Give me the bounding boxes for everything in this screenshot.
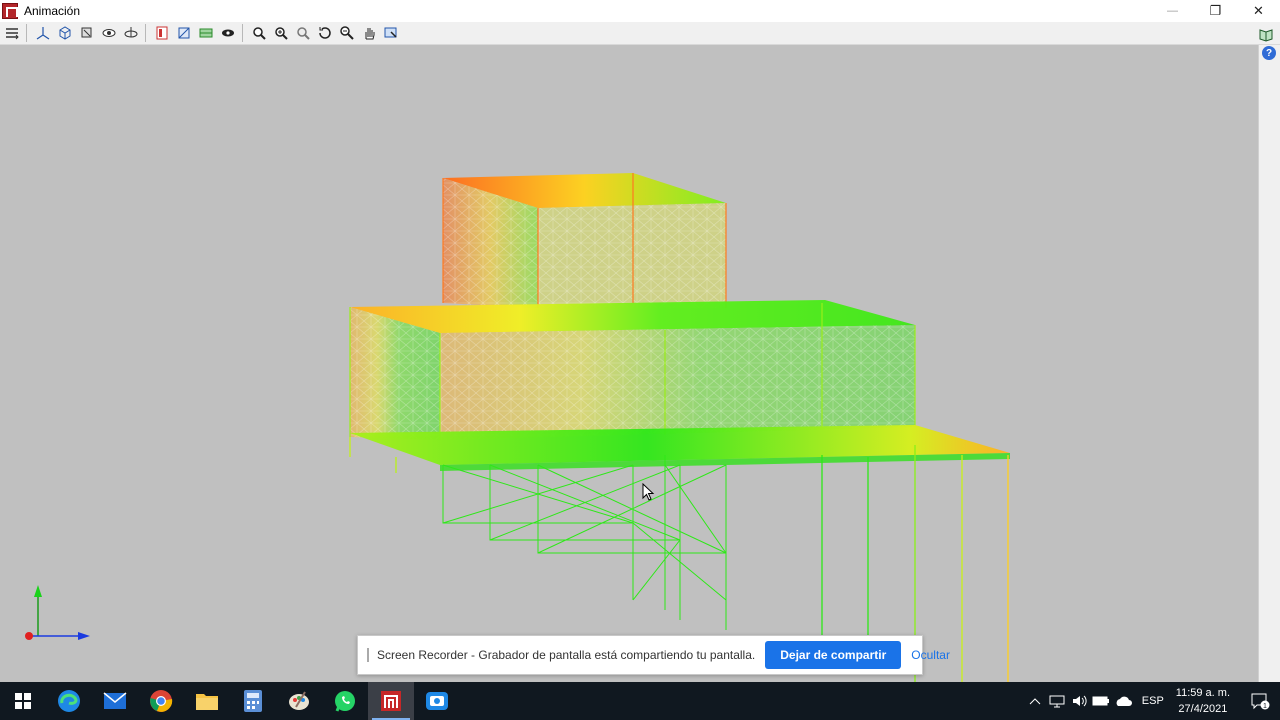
restore-button[interactable]: ❐ — [1194, 0, 1237, 22]
side-panel — [1258, 45, 1280, 682]
help-icon[interactable]: ? — [1262, 46, 1276, 60]
view-3d-icon[interactable] — [76, 23, 97, 44]
zoom-previous-icon[interactable] — [292, 23, 313, 44]
minimize-button[interactable]: — — [1151, 0, 1194, 22]
calculator-icon — [244, 690, 262, 712]
layers-icon[interactable] — [1, 23, 22, 44]
sharing-message: Screen Recorder - Grabador de pantalla e… — [377, 648, 756, 662]
eye-rotate-icon[interactable] — [98, 23, 119, 44]
upper-block — [442, 173, 727, 308]
taskbar-screen-recorder[interactable] — [414, 682, 460, 720]
grid-view-icon[interactable] — [195, 23, 216, 44]
language-indicator[interactable]: ESP — [1142, 695, 1164, 707]
lower-bracing — [442, 455, 727, 630]
taskbar-mail[interactable] — [92, 682, 138, 720]
taskbar-calculator[interactable] — [230, 682, 276, 720]
toolbar-separator — [26, 24, 27, 42]
battery-icon[interactable] — [1090, 682, 1112, 720]
color-map-icon[interactable] — [151, 23, 172, 44]
toolbar-right — [1254, 22, 1276, 45]
toolbar-separator — [145, 24, 146, 42]
rotate-icon[interactable] — [314, 23, 335, 44]
book-icon[interactable] — [1255, 23, 1276, 44]
mesh-view-icon[interactable] — [173, 23, 194, 44]
start-button[interactable] — [0, 682, 46, 720]
select-window-icon[interactable] — [380, 23, 401, 44]
zoom-extents-icon[interactable] — [270, 23, 291, 44]
hide-link[interactable]: Ocultar — [911, 648, 950, 662]
stop-sharing-button[interactable]: Dejar de compartir — [765, 641, 902, 669]
axis-indicator — [25, 585, 90, 640]
drag-handle-icon[interactable] — [367, 648, 369, 662]
show-hidden-icons-icon[interactable] — [1024, 682, 1046, 720]
system-tray: ESP 11:59 a. m. 27/4/2021 1 — [1024, 682, 1280, 720]
volume-icon[interactable] — [1068, 682, 1090, 720]
orbit-icon[interactable] — [120, 23, 141, 44]
clock[interactable]: 11:59 a. m. 27/4/2021 — [1176, 685, 1230, 717]
app-logo-icon — [2, 3, 18, 19]
mail-icon — [103, 692, 127, 709]
network-icon[interactable] — [1046, 682, 1068, 720]
cypecad-icon — [381, 691, 401, 711]
toolbar — [0, 22, 1280, 45]
axes-icon[interactable] — [32, 23, 53, 44]
3d-viewport[interactable] — [0, 45, 1258, 682]
whatsapp-icon — [335, 691, 355, 712]
notification-center-icon: 1 — [1251, 693, 1270, 710]
onedrive-icon[interactable] — [1112, 682, 1134, 720]
window-controls: — ❐ ✕ — [1151, 0, 1280, 22]
clock-date: 27/4/2021 — [1178, 703, 1228, 715]
structure-render — [25, 173, 1010, 682]
taskbar-edge[interactable] — [46, 682, 92, 720]
taskbar-paint[interactable] — [276, 682, 322, 720]
explorer-icon — [196, 694, 218, 710]
notification-center-button[interactable]: 1 — [1240, 682, 1280, 720]
notification-count: 1 — [1263, 703, 1267, 710]
taskbar: ESP 11:59 a. m. 27/4/2021 1 — [0, 682, 1280, 720]
toolbar-separator — [242, 24, 243, 42]
paint-icon — [289, 691, 309, 710]
chrome-icon — [150, 690, 173, 712]
taskbar-explorer[interactable] — [184, 682, 230, 720]
screen-recorder-icon — [426, 692, 448, 710]
taskbar-whatsapp[interactable] — [322, 682, 368, 720]
zoom-window-icon[interactable] — [248, 23, 269, 44]
edge-icon — [58, 690, 80, 712]
clock-time: 11:59 a. m. — [1175, 687, 1230, 699]
close-button[interactable]: ✕ — [1237, 0, 1280, 22]
zoom-icon[interactable] — [336, 23, 357, 44]
title-bar: Animación — ❐ ✕ — [0, 0, 1280, 22]
visibility-icon[interactable] — [217, 23, 238, 44]
middle-block — [349, 300, 916, 440]
pan-icon[interactable] — [358, 23, 379, 44]
cube-view-icon[interactable] — [54, 23, 75, 44]
mouse-cursor-icon — [642, 483, 655, 501]
application-window: Animación — ❐ ✕ ? Screen Recorder - Grab… — [0, 0, 1280, 720]
window-title: Animación — [24, 4, 81, 18]
taskbar-chrome[interactable] — [138, 682, 184, 720]
screen-sharing-notification: Screen Recorder - Grabador de pantalla e… — [357, 635, 950, 675]
bottom-slab — [350, 425, 1010, 471]
taskbar-cypecad[interactable] — [368, 682, 414, 720]
start-icon — [15, 693, 31, 709]
